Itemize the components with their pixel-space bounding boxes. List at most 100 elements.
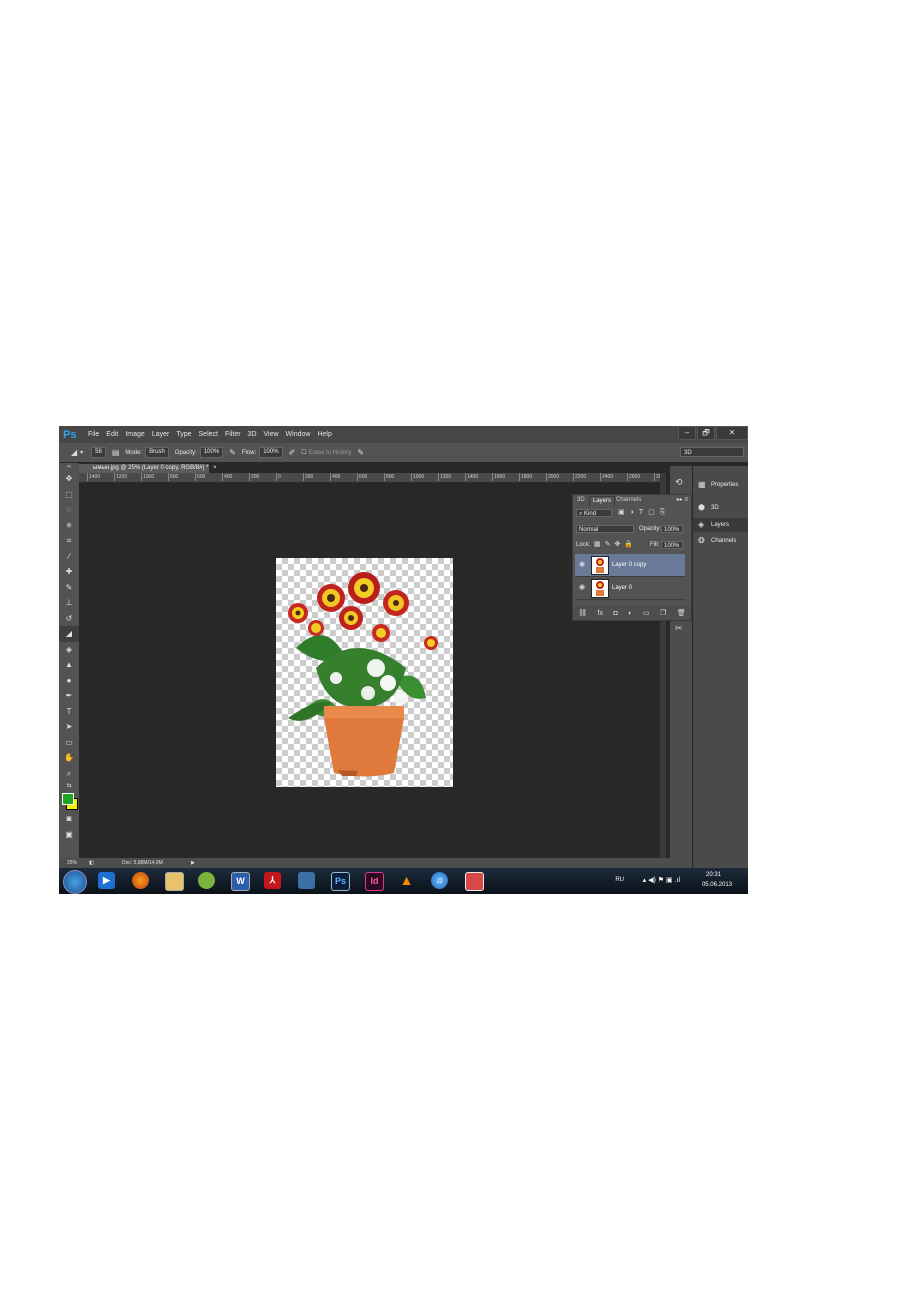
app-flash-icon[interactable] <box>298 872 315 889</box>
visibility-eye-icon[interactable]: ◉ <box>579 560 585 568</box>
vlc-icon[interactable]: ▲ <box>398 872 415 889</box>
swap-colors-icon[interactable]: ⇆ <box>59 781 79 791</box>
history-panel-icon[interactable]: ⟲ <box>675 477 683 488</box>
app-green-icon[interactable] <box>198 872 215 889</box>
status-arrow-icon[interactable]: ▶ <box>191 858 195 868</box>
menu-edit[interactable]: Edit <box>106 431 118 438</box>
clone-stamp-tool-icon[interactable]: ⊥ <box>59 595 79 611</box>
type-tool-icon[interactable]: T <box>59 704 79 720</box>
status-icon[interactable]: ◧ <box>89 858 94 868</box>
color-swatches[interactable] <box>59 791 79 811</box>
dock-item-layers[interactable]: ◈ Layers <box>693 518 748 532</box>
flow-input[interactable]: 100% <box>259 447 283 458</box>
document-canvas[interactable] <box>276 558 453 787</box>
tab-3d[interactable]: 3D <box>574 496 588 505</box>
add-mask-icon[interactable]: ◘ <box>614 610 618 617</box>
eraser-tool-icon[interactable]: ◢ <box>59 626 79 642</box>
blend-mode-select[interactable]: Normal <box>576 525 634 533</box>
pressure-size-icon[interactable]: ✎ <box>357 448 364 457</box>
clock-date[interactable]: 05.06.2013 <box>702 882 732 888</box>
word-icon[interactable]: W <box>231 872 250 891</box>
clock-time[interactable]: 20:31 <box>706 872 721 878</box>
history-brush-tool-icon[interactable]: ↺ <box>59 611 79 627</box>
move-tool-icon[interactable]: ✥ <box>59 471 79 487</box>
menu-image[interactable]: Image <box>125 431 144 438</box>
tab-close-icon[interactable]: × <box>213 465 217 471</box>
chevron-down-icon[interactable]: ▾ <box>80 449 83 456</box>
explorer-icon[interactable] <box>165 872 184 891</box>
paint-bucket-tool-icon[interactable]: ◈ <box>59 642 79 658</box>
menu-filter[interactable]: Filter <box>225 431 241 438</box>
acrobat-icon[interactable]: ⅄ <box>264 872 281 889</box>
tab-channels[interactable]: Channels <box>613 496 644 505</box>
magic-wand-tool-icon[interactable]: ✳ <box>59 518 79 534</box>
layer-opacity-input[interactable]: 100% <box>661 525 683 533</box>
blur-tool-icon[interactable]: ▲ <box>59 657 79 673</box>
menu-window[interactable]: Window <box>286 431 311 438</box>
app-red-icon[interactable] <box>465 872 484 891</box>
healing-tool-icon[interactable]: ✚ <box>59 564 79 580</box>
workspace-select[interactable]: 3D <box>680 447 744 457</box>
menu-view[interactable]: View <box>264 431 279 438</box>
panel-menu-icon[interactable]: ▸▸ ≡ <box>677 496 688 503</box>
layer-row[interactable]: ◉ Layer 0 <box>575 577 685 600</box>
start-button[interactable] <box>63 870 87 894</box>
menu-file[interactable]: File <box>88 431 99 438</box>
hand-tool-icon[interactable]: ✋ <box>59 750 79 766</box>
layer-row[interactable]: ◉ Layer 0 copy <box>575 554 685 577</box>
itunes-icon[interactable]: ♫ <box>431 872 448 889</box>
media-player-icon[interactable]: ▶ <box>98 872 115 889</box>
close-button[interactable]: ✕ <box>716 426 748 440</box>
delete-layer-icon[interactable]: 🗑 <box>677 609 686 617</box>
zoom-tool-icon[interactable]: ⌕ <box>59 766 79 782</box>
airbrush-icon[interactable]: ✐ <box>289 448 296 457</box>
crop-tool-icon[interactable]: ⌗ <box>59 533 79 549</box>
rectangle-tool-icon[interactable]: ▭ <box>59 735 79 751</box>
erase-history-checkbox[interactable]: ☐ <box>301 449 306 456</box>
new-group-icon[interactable]: ▭ <box>643 609 650 617</box>
screen-mode-icon[interactable]: ▣ <box>59 827 79 843</box>
mode-select[interactable]: Brush <box>145 447 169 458</box>
brush-size-picker[interactable]: 58 <box>91 447 106 458</box>
adjustment-layer-icon[interactable]: ◐ <box>628 610 632 617</box>
filter-kind-select[interactable]: ⌕ Kind <box>576 509 612 517</box>
menu-3d[interactable]: 3D <box>248 431 257 438</box>
zoom-level[interactable]: 25% <box>67 858 77 868</box>
lock-icons[interactable]: ▦✎✥🔒 <box>594 540 637 548</box>
link-layers-icon[interactable]: ⛓ <box>578 609 587 617</box>
firefox-icon[interactable] <box>132 872 149 889</box>
dodge-tool-icon[interactable]: ● <box>59 673 79 689</box>
dock-item-properties[interactable]: ▦ Properties <box>693 478 748 492</box>
menu-type[interactable]: Type <box>176 431 191 438</box>
dock-item-3d[interactable]: ⬢ 3D <box>693 501 748 515</box>
minimize-button[interactable]: – <box>678 426 696 440</box>
tools-preset-icon[interactable]: ✂ <box>675 623 683 634</box>
lasso-tool-icon[interactable]: ◌ <box>59 502 79 518</box>
language-indicator[interactable]: RU <box>615 877 624 883</box>
foreground-color-swatch[interactable] <box>62 793 74 805</box>
restore-button[interactable]: 🗗 <box>697 426 715 440</box>
indesign-icon[interactable]: Id <box>365 872 384 891</box>
brush-tool-icon[interactable]: ✎ <box>59 580 79 596</box>
document-tab[interactable]: ымын.jpg @ 25% (Layer 0 copy, RGB/8#) * … <box>79 464 217 473</box>
pen-tool-icon[interactable]: ✒ <box>59 688 79 704</box>
dock-item-channels[interactable]: ❂ Channels <box>693 534 748 548</box>
eyedropper-tool-icon[interactable]: ⁄ <box>59 549 79 565</box>
quick-mask-icon[interactable]: ◙ <box>59 811 79 827</box>
layer-fill-input[interactable]: 100% <box>661 541 683 549</box>
menu-help[interactable]: Help <box>317 431 331 438</box>
path-selection-tool-icon[interactable]: ➤ <box>59 719 79 735</box>
visibility-eye-icon[interactable]: ◉ <box>579 583 585 591</box>
collapse-arrows-icon[interactable]: ‹‹ <box>59 463 79 471</box>
photoshop-icon[interactable]: Ps <box>331 872 350 891</box>
eraser-tool-icon[interactable]: ◢ <box>71 448 77 457</box>
tab-layers[interactable]: Layers <box>589 496 616 506</box>
menu-select[interactable]: Select <box>199 431 218 438</box>
tray-icons[interactable]: ▴ ◀) ⚑ ▣ .ıl <box>643 876 680 884</box>
menu-layer[interactable]: Layer <box>152 431 170 438</box>
new-layer-icon[interactable]: ❐ <box>660 609 666 617</box>
brush-panel-icon[interactable]: ▤ <box>112 448 120 457</box>
fx-icon[interactable]: fx <box>598 610 603 617</box>
marquee-tool-icon[interactable]: ⬚ <box>59 487 79 503</box>
pressure-opacity-icon[interactable]: ✎ <box>229 448 236 457</box>
